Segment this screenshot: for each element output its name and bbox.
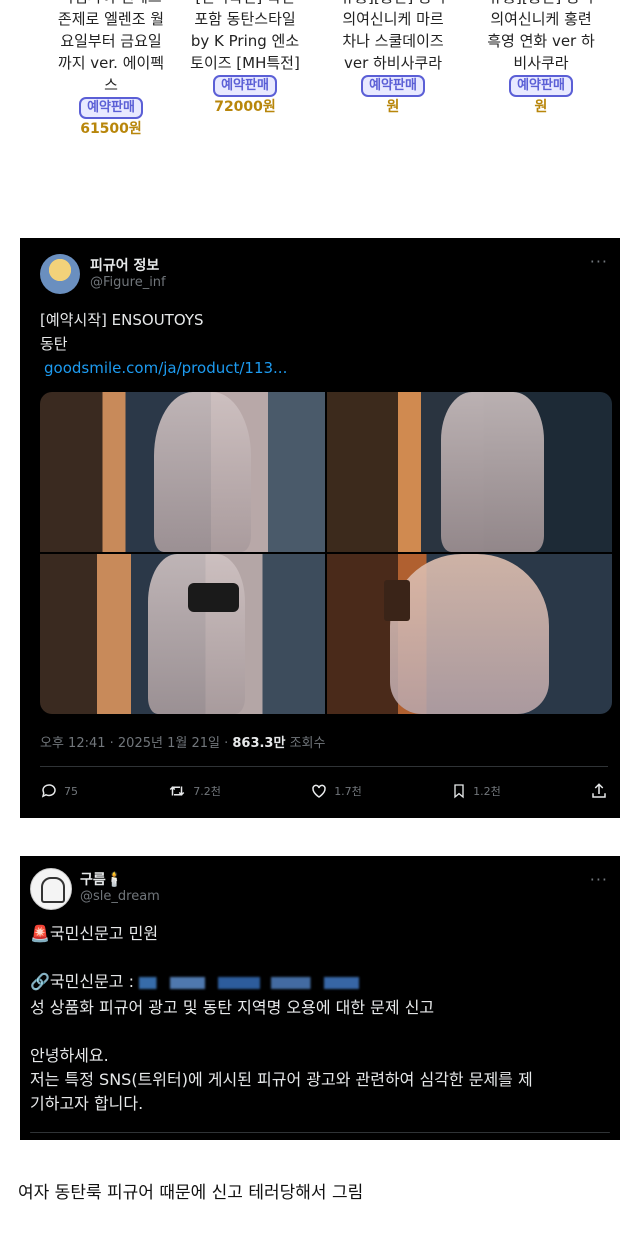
tweet-text-line: 🔗국민신문고 : (30, 970, 360, 994)
caption-text: 여자 동탄룩 피규어 때문에 신고 테러당해서 그림 (18, 1183, 364, 1203)
product-price: 원 (534, 99, 548, 115)
more-options-icon[interactable]: ··· (590, 252, 608, 271)
preorder-badge: 예약판매 (79, 97, 143, 119)
product-card[interactable]: 유통][총판] 승리 의여신니케 마르 차나 스쿨데이즈 ver 하비사쿠라 예… (318, 0, 468, 117)
tweet-actions: 75 7.2천 1.7천 1.2천 (40, 782, 608, 800)
reply-icon (41, 784, 56, 798)
product-price: 원 (386, 99, 400, 115)
retweet-button[interactable]: 7.2천 (167, 782, 221, 800)
share-button[interactable] (590, 782, 608, 800)
share-icon (592, 783, 606, 798)
user-handle[interactable]: @sle_dream (80, 889, 160, 904)
product-name[interactable]: 라임파이 젠레스 존제로 엘렌조 월 요일부터 금요일 까지 ver. 에이펙 … (36, 0, 186, 96)
divider (40, 766, 608, 767)
tweet-text-line: [예약시작] ENSOUTOYS (40, 311, 204, 329)
product-name[interactable]: [단독특전] 특전 포함 동탄스타일 by K Pring 엔소 토이즈 [MH… (170, 0, 320, 74)
bookmark-button[interactable]: 1.2천 (451, 782, 501, 800)
product-card[interactable]: 라임파이 젠레스 존제로 엘렌조 월 요일부터 금요일 까지 ver. 에이펙 … (36, 0, 186, 139)
product-price: 61500원 (80, 121, 142, 137)
tweet-text-line: 안녕하세요. (30, 1046, 109, 1065)
reply-count: 75 (64, 784, 78, 798)
product-card[interactable]: [단독특전] 특전 포함 동탄스타일 by K Pring 엔소 토이즈 [MH… (170, 0, 320, 117)
preorder-badge: 예약판매 (509, 75, 573, 97)
view-count: 863.3만 (232, 736, 286, 751)
product-list: 라임파이 젠레스 존제로 엘렌조 월 요일부터 금요일 까지 ver. 에이펙 … (0, 0, 640, 170)
tweet-text-line: 저는 특정 SNS(트위터)에 게시된 피규어 광고와 관련하여 심각한 문제를… (30, 1070, 533, 1089)
product-card[interactable]: 유통][총판] 승리 의여신니케 홍련 흑영 연화 ver 하 비사쿠라 예약판… (466, 0, 616, 117)
product-name[interactable]: 유통][총판] 승리 의여신니케 홍련 흑영 연화 ver 하 비사쿠라 (466, 0, 616, 74)
retweet-icon (170, 786, 185, 796)
tweet-timestamp[interactable]: 오후 12:41 · 2025년 1월 21일 · 863.3만 조회수 (40, 732, 325, 751)
tweet-figure-info: 피규어 정보 @Figure_inf ··· [예약시작] ENSOUTOYS … (20, 238, 620, 818)
tweet-text-line: 기하고자 합니다. (30, 1094, 144, 1113)
display-name[interactable]: 구름🕯️ (80, 869, 123, 889)
heart-icon (312, 784, 326, 798)
tweet-text-line: 🚨국민신문고 민원 (30, 924, 159, 943)
retweet-count: 7.2천 (193, 785, 221, 798)
more-options-icon[interactable]: ··· (590, 870, 608, 889)
media-photo[interactable] (40, 392, 325, 552)
preorder-badge: 예약판매 (361, 75, 425, 97)
display-name[interactable]: 피규어 정보 (90, 255, 159, 275)
bookmark-icon (454, 784, 464, 799)
like-count: 1.7천 (334, 785, 362, 798)
tweet-text-line: 동탄 (40, 335, 68, 353)
tweet-link[interactable]: goodsmile.com/ja/product/113... (44, 356, 287, 380)
divider (30, 1132, 610, 1133)
product-price: 72000원 (214, 99, 276, 115)
product-name[interactable]: 유통][총판] 승리 의여신니케 마르 차나 스쿨데이즈 ver 하비사쿠라 (318, 0, 468, 74)
tweet-text-line: 성 상품화 피규어 광고 및 동탄 지역명 오용에 대한 문제 신고 (30, 998, 435, 1017)
user-handle[interactable]: @Figure_inf (90, 275, 166, 290)
avatar[interactable] (30, 868, 72, 910)
media-grid[interactable] (40, 392, 612, 714)
ghost-icon (41, 877, 65, 903)
redacted-link[interactable] (139, 976, 360, 989)
media-photo[interactable] (327, 554, 612, 714)
preorder-badge: 예약판매 (213, 75, 277, 97)
reply-button[interactable]: 75 (40, 782, 78, 800)
like-button[interactable]: 1.7천 (310, 782, 362, 800)
tweet-complaint: 구름🕯️ @sle_dream ··· 🚨국민신문고 민원 🔗국민신문고 : 성… (20, 856, 620, 1140)
media-photo[interactable] (327, 392, 612, 552)
media-photo[interactable] (40, 554, 325, 714)
avatar[interactable] (40, 254, 80, 294)
bookmark-count: 1.2천 (473, 785, 501, 798)
